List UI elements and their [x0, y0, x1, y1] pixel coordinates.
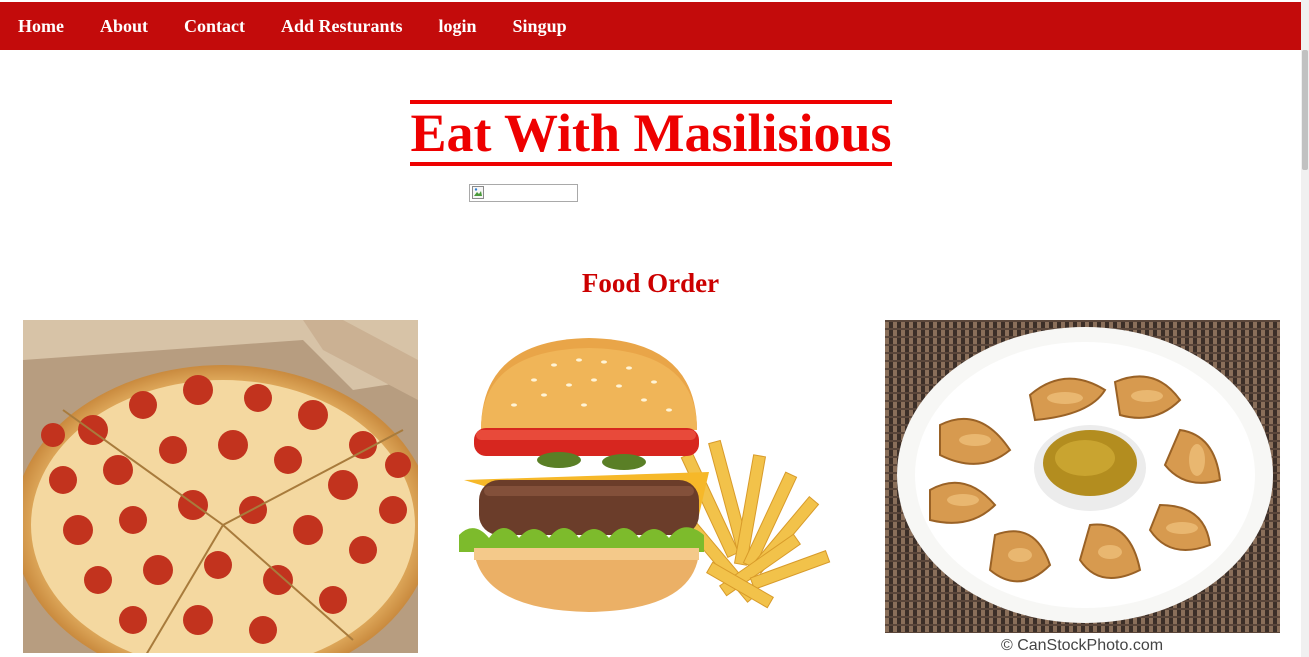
food-order-heading: Food Order	[581, 268, 720, 298]
burger-picture	[454, 320, 849, 653]
broken-image-icon	[472, 186, 484, 199]
pizza-image[interactable]	[23, 320, 418, 653]
burger-image[interactable]	[454, 320, 849, 653]
pizza-picture	[23, 320, 418, 653]
momos-image[interactable]: © CanStockPhoto.com	[885, 320, 1280, 653]
site-title: Eat With Masilisious	[410, 103, 892, 163]
broken-image-placeholder	[469, 184, 578, 202]
nav-add-restaurants-link[interactable]: Add Resturants	[281, 16, 403, 37]
nav-about-link[interactable]: About	[100, 16, 148, 37]
vertical-scrollbar[interactable]	[1301, 0, 1309, 657]
site-title-block: Eat With Masilisious	[410, 100, 892, 166]
scrollbar-thumb[interactable]	[1302, 50, 1308, 170]
nav-signup-link[interactable]: Singup	[513, 16, 567, 37]
top-navbar: Home About Contact Add Resturants login …	[0, 2, 1301, 50]
watermark-text: © CanStockPhoto.com	[1001, 637, 1163, 653]
momos-picture: © CanStockPhoto.com	[885, 320, 1280, 653]
nav-login-link[interactable]: login	[439, 16, 477, 37]
nav-contact-link[interactable]: Contact	[184, 16, 245, 37]
nav-home-link[interactable]: Home	[18, 16, 64, 37]
page: Home About Contact Add Resturants login …	[0, 0, 1309, 657]
